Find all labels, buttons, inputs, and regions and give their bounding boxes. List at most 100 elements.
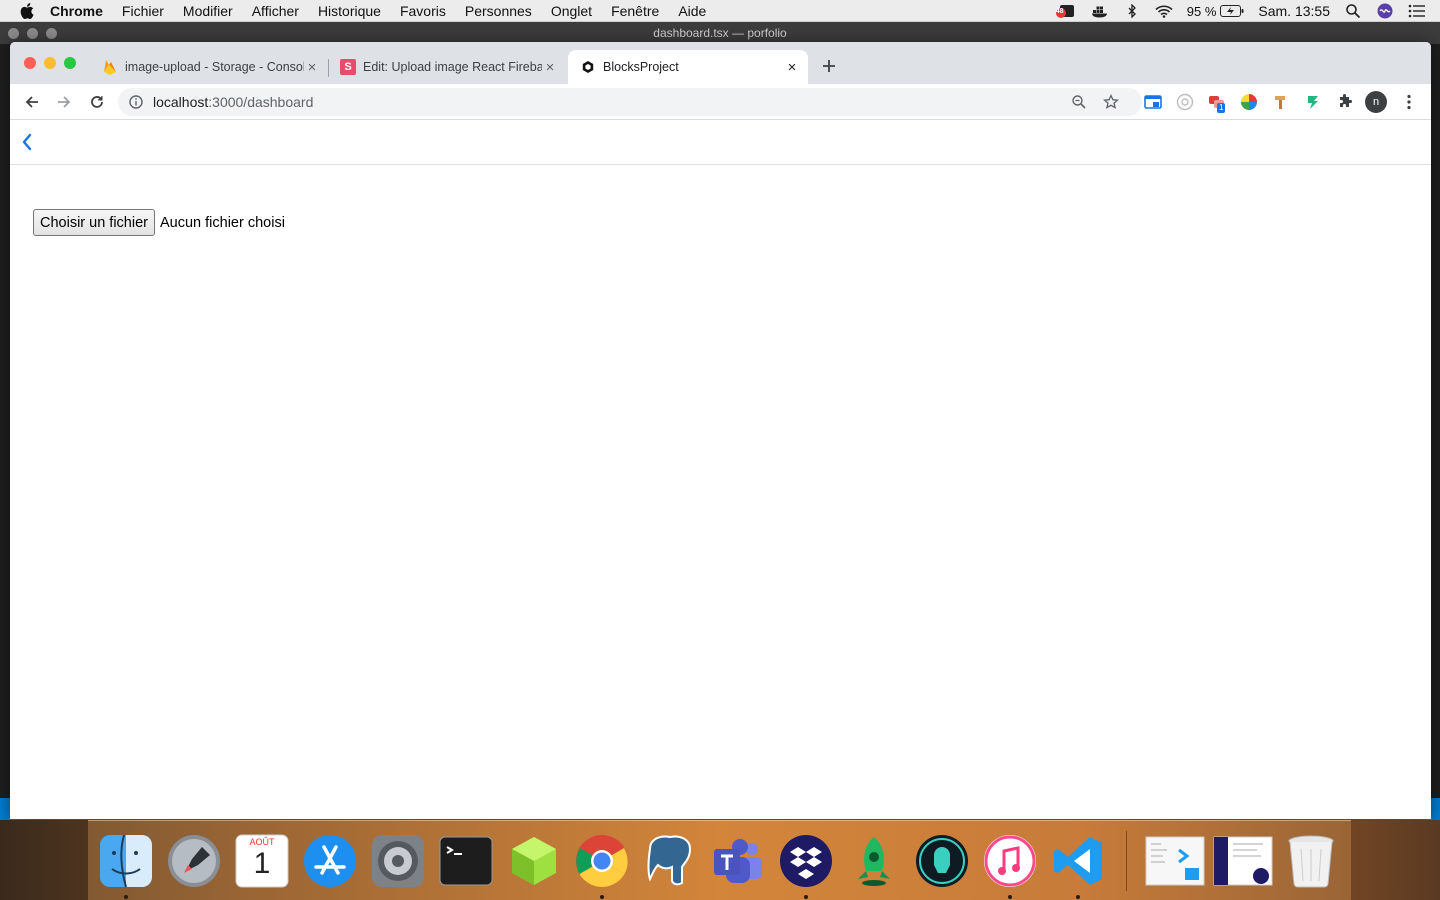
close-window-icon[interactable] <box>24 57 36 69</box>
s-letter-icon: S <box>340 59 356 75</box>
recent-window-thumbnail-vscode[interactable] <box>1145 831 1205 891</box>
menu-fenetre[interactable]: Fenêtre <box>611 3 659 19</box>
tab-close-icon[interactable]: × <box>304 59 320 76</box>
minimize-window-icon[interactable] <box>44 57 56 69</box>
wifi-icon[interactable] <box>1155 4 1173 18</box>
file-upload-field: Choisir un fichier Aucun fichier choisi <box>33 209 285 236</box>
zoom-icon[interactable] <box>1071 94 1087 110</box>
cube-app-icon[interactable] <box>504 831 564 891</box>
vscode-icon[interactable] <box>1048 831 1108 899</box>
menu-afficher[interactable]: Afficher <box>252 3 299 19</box>
arrow-left-icon <box>25 96 38 108</box>
url-host: localhost <box>153 94 209 110</box>
running-indicator <box>1008 894 1012 899</box>
reload-icon <box>91 96 103 108</box>
battery-percent: 95 % <box>1186 3 1217 19</box>
chevron-left-icon[interactable] <box>18 133 36 151</box>
spotlight-search-icon[interactable] <box>1344 4 1362 18</box>
forward-button[interactable] <box>53 91 75 113</box>
traffic-lights <box>24 57 76 69</box>
calendar-month: AOÛT <box>249 836 275 847</box>
finder-icon[interactable] <box>96 831 156 899</box>
menu-onglet[interactable]: Onglet <box>551 3 592 19</box>
browser-toolbar: localhost:3000/dashboard 1 n <box>10 84 1431 120</box>
extensions-puzzle-icon[interactable] <box>1336 93 1354 111</box>
system-preferences-icon[interactable] <box>368 831 428 891</box>
menu-clock[interactable]: Sam. 13:55 <box>1258 3 1330 19</box>
status-area: 48 95 % Sam. 13:55 <box>1053 0 1426 22</box>
tab-blocks-project[interactable]: BlocksProject × <box>568 50 808 84</box>
profile-avatar[interactable]: n <box>1365 91 1387 113</box>
tab-strip: image-upload - Storage - Console Firebas… <box>10 42 1431 84</box>
menu-fichier[interactable]: Fichier <box>122 3 164 19</box>
tab-title: image-upload - Storage - Console Firebas… <box>125 60 304 74</box>
shield-extension-icon[interactable] <box>1176 93 1194 111</box>
background-close-icon[interactable] <box>8 28 19 39</box>
tab-title: Edit: Upload image React Firebase <box>363 60 542 74</box>
more-options-icon[interactable] <box>1402 93 1416 111</box>
background-minimize-icon[interactable] <box>27 28 38 39</box>
tab-title: BlocksProject <box>603 60 679 74</box>
menu-modifier[interactable]: Modifier <box>183 3 233 19</box>
calendar-icon[interactable]: AOÛT 1 <box>232 831 292 891</box>
app-header <box>10 121 1431 165</box>
rocket-app-icon[interactable] <box>844 831 904 891</box>
s-letter-text: S <box>344 61 352 73</box>
background-window-traffic-lights <box>8 28 57 39</box>
dock-divider <box>1126 830 1127 891</box>
siri-icon[interactable] <box>1376 3 1394 19</box>
background-window-titlebar: dashboard.tsx — porfolio <box>0 22 1440 44</box>
running-indicator <box>600 894 604 899</box>
file-status-text: Aucun fichier choisi <box>160 214 285 231</box>
gitkraken-icon[interactable] <box>912 831 972 891</box>
postgres-icon[interactable] <box>640 831 700 891</box>
recent-window-thumbnail-dropbox[interactable] <box>1213 831 1273 891</box>
bluetooth-icon[interactable] <box>1123 4 1141 18</box>
tab-edit-upload-image[interactable]: S Edit: Upload image React Firebase × <box>330 50 566 84</box>
notification-badge: 48 <box>1055 8 1064 15</box>
new-tab-button[interactable] <box>820 57 838 75</box>
extension-with-badge-icon[interactable]: 1 <box>1208 93 1226 113</box>
docker-icon[interactable] <box>1091 4 1109 18</box>
menu-personnes[interactable]: Personnes <box>465 3 532 19</box>
running-indicator <box>804 894 808 899</box>
dropbox-icon[interactable] <box>776 831 836 899</box>
color-picker-extension-icon[interactable] <box>1240 93 1258 111</box>
back-button[interactable] <box>21 91 43 113</box>
trash-icon[interactable] <box>1281 831 1341 891</box>
launchpad-icon[interactable] <box>164 831 224 891</box>
zoom-window-icon[interactable] <box>64 57 76 69</box>
hammer-extension-icon[interactable] <box>1272 93 1290 111</box>
dock: AOÛT 1 <box>88 820 1351 900</box>
reload-button[interactable] <box>86 91 108 113</box>
choose-file-button[interactable]: Choisir un fichier <box>33 209 155 236</box>
plus-icon <box>823 60 835 72</box>
figure-extension-icon[interactable] <box>1304 93 1322 111</box>
extension-badge: 1 <box>1217 103 1226 113</box>
background-window-title: dashboard.tsx — porfolio <box>653 26 787 40</box>
notification-app-icon[interactable]: 48 <box>1053 4 1077 18</box>
tab-firebase-storage[interactable]: image-upload - Storage - Console Firebas… <box>92 50 328 84</box>
tab-close-icon[interactable]: × <box>784 59 800 76</box>
arrow-right-icon <box>58 96 71 108</box>
terminal-icon[interactable] <box>436 831 496 891</box>
teams-icon[interactable] <box>708 831 768 891</box>
notification-center-icon[interactable] <box>1408 4 1426 18</box>
menu-historique[interactable]: Historique <box>318 3 381 19</box>
chrome-icon[interactable] <box>572 831 632 899</box>
menu-favoris[interactable]: Favoris <box>400 3 446 19</box>
address-bar[interactable]: localhost:3000/dashboard <box>118 88 1142 116</box>
running-indicator <box>1076 894 1080 899</box>
blocks-icon <box>580 59 596 75</box>
battery-charging-icon[interactable] <box>1220 4 1244 18</box>
tab-close-icon[interactable]: × <box>542 59 558 76</box>
cast-extension-icon[interactable] <box>1144 93 1162 111</box>
menu-app-name[interactable]: Chrome <box>50 3 103 19</box>
background-zoom-icon[interactable] <box>46 28 57 39</box>
bookmark-star-icon[interactable] <box>1103 94 1119 110</box>
app-store-icon[interactable] <box>300 831 360 891</box>
apple-menu-icon[interactable] <box>20 2 34 19</box>
itunes-icon[interactable] <box>980 831 1040 899</box>
menu-aide[interactable]: Aide <box>678 3 706 19</box>
site-info-icon[interactable] <box>128 94 144 110</box>
